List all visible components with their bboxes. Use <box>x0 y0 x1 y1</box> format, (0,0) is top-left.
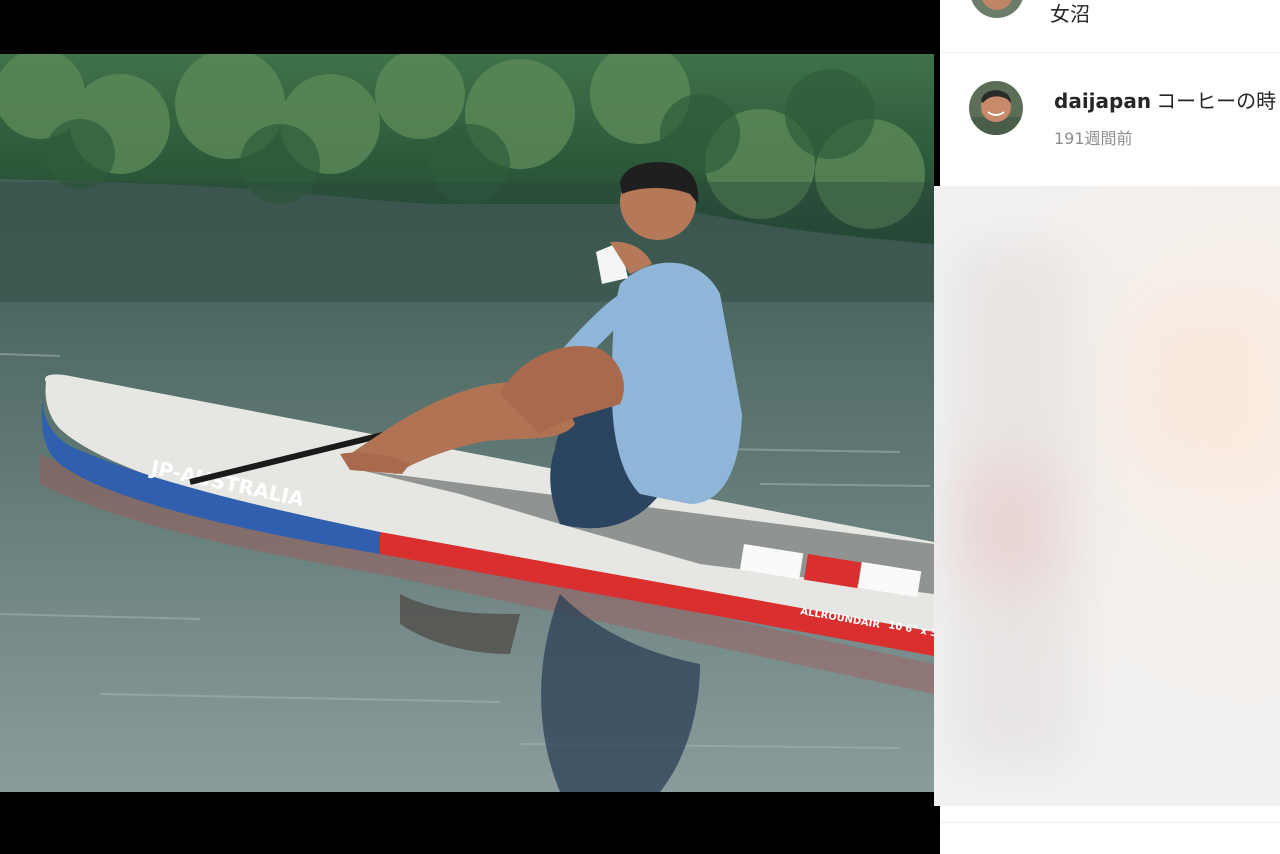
comment-timestamp[interactable]: 191週間前 <box>1054 125 1133 149</box>
post-photo[interactable]: JP-AUSTRALIA ALLROUNDAIR 10'6" x 3 <box>0 54 934 792</box>
comment-item: daijapan コーヒーの時 191週間前 <box>940 53 1280 186</box>
sup-photo-illustration: JP-AUSTRALIA ALLROUNDAIR 10'6" x 3 <box>0 54 934 792</box>
comment-username[interactable]: daijapan <box>1054 89 1151 113</box>
photo-viewer: JP-AUSTRALIA ALLROUNDAIR 10'6" x 3 <box>0 0 940 854</box>
divider <box>940 822 1280 823</box>
comment-text: コーヒーの時 <box>1156 89 1277 113</box>
comment-text: 女沼 <box>1050 2 1090 26</box>
blurred-content <box>934 186 1280 806</box>
avatar[interactable] <box>970 0 1024 18</box>
comment-item: 女沼 <box>940 0 1280 52</box>
avatar[interactable] <box>969 81 1023 135</box>
